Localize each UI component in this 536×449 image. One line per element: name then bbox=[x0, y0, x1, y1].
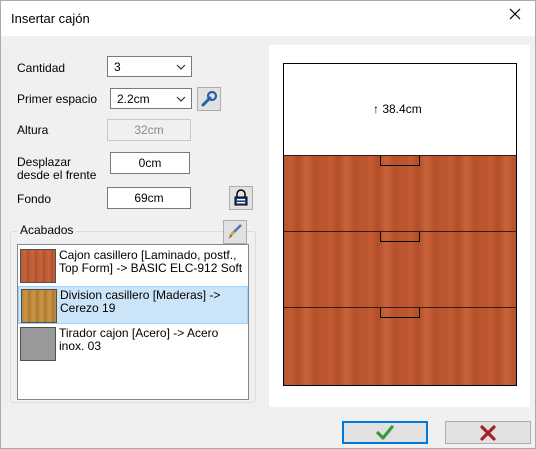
list-item[interactable]: Division casillero [Maderas] -> Cerezo 1… bbox=[18, 286, 248, 324]
list-item[interactable]: Tirador cajon [Acero] -> Acero inox. 03 bbox=[18, 325, 248, 363]
wrench-button[interactable] bbox=[197, 87, 221, 111]
cantidad-value: 3 bbox=[114, 60, 121, 74]
finish-swatch bbox=[20, 249, 56, 283]
desplazar-label-2: desde el frente bbox=[17, 168, 97, 182]
finish-swatch bbox=[21, 289, 57, 323]
paint-button[interactable] bbox=[223, 220, 247, 244]
desplazar-field[interactable]: 0cm bbox=[110, 152, 190, 174]
x-icon bbox=[480, 424, 496, 441]
chevron-down-icon bbox=[176, 96, 186, 102]
drawer-handle bbox=[380, 232, 420, 242]
wrench-icon bbox=[201, 90, 218, 107]
finish-text: Cajon casillero [Laminado, postf., Top F… bbox=[59, 248, 243, 275]
cantidad-select[interactable]: 3 bbox=[107, 56, 192, 77]
fondo-field[interactable]: 69cm bbox=[107, 187, 191, 209]
lock-button[interactable] bbox=[229, 186, 253, 210]
altura-label: Altura bbox=[17, 123, 49, 137]
check-icon bbox=[376, 424, 394, 440]
finish-text: Tirador cajon [Acero] -> Acero inox. 03 bbox=[59, 326, 219, 353]
drawer-handle bbox=[380, 156, 420, 166]
cantidad-label: Cantidad bbox=[17, 61, 66, 75]
ok-button[interactable] bbox=[342, 421, 428, 444]
primer-espacio-select[interactable]: 2.2cm bbox=[110, 88, 192, 109]
altura-field: 32cm bbox=[107, 119, 191, 141]
lock-icon bbox=[234, 189, 248, 206]
drawer-handle bbox=[380, 308, 420, 318]
list-item[interactable]: Cajon casillero [Laminado, postf., Top F… bbox=[18, 247, 248, 285]
window-title: Insertar cajón bbox=[11, 11, 90, 26]
cancel-button[interactable] bbox=[445, 421, 531, 444]
primer-espacio-value: 2.2cm bbox=[117, 92, 150, 106]
primer-espacio-label: Primer espacio bbox=[17, 92, 98, 106]
desplazar-label: Desplazar bbox=[17, 155, 72, 169]
chevron-down-icon bbox=[176, 64, 186, 70]
title-bar: Insertar cajón bbox=[1, 1, 535, 36]
fondo-label: Fondo bbox=[17, 192, 52, 206]
paint-brush-icon bbox=[228, 224, 242, 239]
drawer bbox=[284, 231, 516, 307]
close-icon[interactable] bbox=[504, 3, 526, 25]
drawer bbox=[284, 307, 516, 385]
acabados-list[interactable]: Cajon casillero [Laminado, postf., Top F… bbox=[17, 244, 249, 400]
acabados-label: Acabados bbox=[17, 223, 77, 237]
top-space-label: ↑ 38.4cm bbox=[373, 102, 422, 116]
finish-text: Division casillero [Maderas] -> Cerezo 1… bbox=[60, 288, 221, 315]
drawer bbox=[284, 155, 516, 231]
finish-swatch bbox=[20, 327, 56, 361]
